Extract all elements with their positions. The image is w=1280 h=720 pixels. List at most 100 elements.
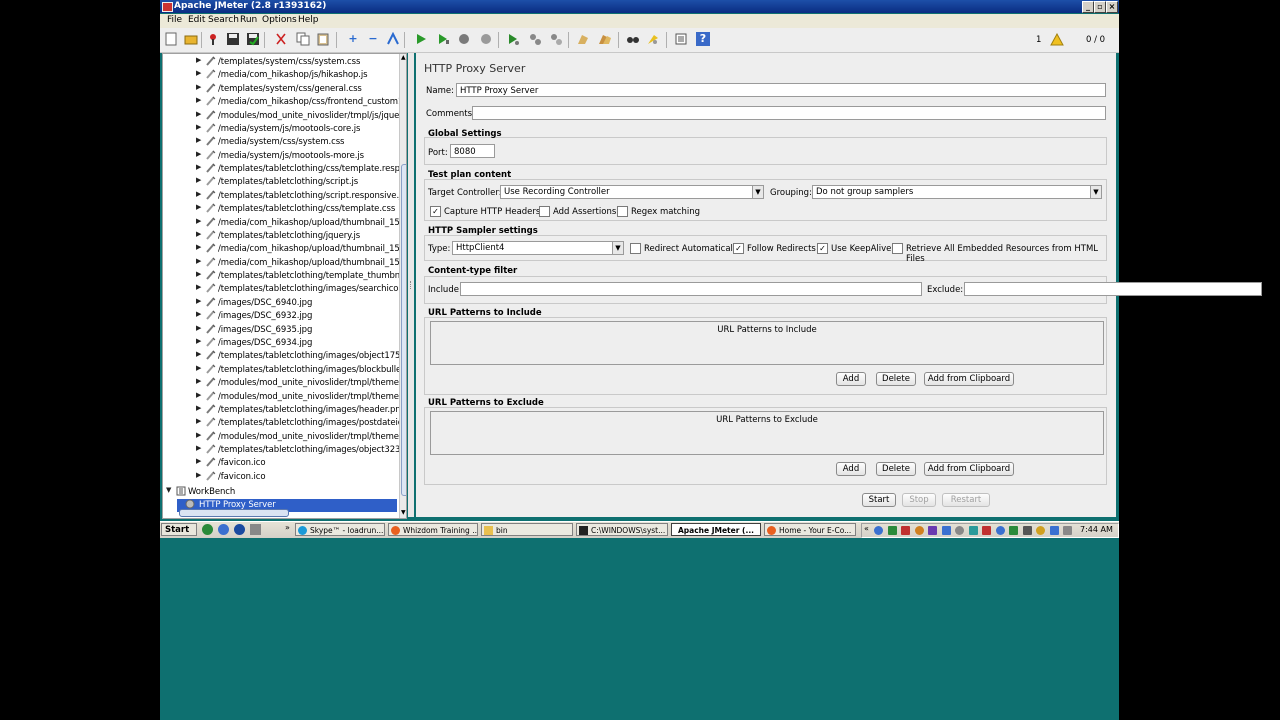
close-button[interactable]: × [1106, 1, 1118, 13]
restart-button[interactable]: Restart [942, 493, 990, 507]
start-button[interactable]: Start [862, 493, 896, 507]
tree-vertical-scrollbar[interactable]: ▲ ▼ [399, 54, 406, 518]
exclude-patterns-table[interactable]: URL Patterns to Exclude [430, 411, 1104, 455]
taskbar-task-browser[interactable]: Home - Your E-Co... [764, 523, 856, 536]
expand-arrow-icon[interactable]: ▶ [196, 69, 201, 77]
sampler-type-select[interactable]: HttpClient4 ▼ [452, 241, 624, 255]
expand-arrow-icon[interactable]: ▶ [196, 83, 201, 91]
start-run-icon[interactable] [414, 32, 428, 46]
tray-expand-icon[interactable]: « [864, 524, 869, 533]
chevron-down-icon[interactable]: ▼ [752, 186, 763, 198]
include-delete-button[interactable]: Delete [876, 372, 916, 386]
expand-arrow-icon[interactable]: ▶ [196, 417, 201, 425]
antivirus-icon[interactable] [901, 526, 910, 535]
clear-icon[interactable] [576, 32, 590, 46]
new-icon[interactable] [164, 32, 178, 46]
collapse-all-icon[interactable]: − [366, 32, 380, 46]
expand-arrow-icon[interactable]: ▶ [196, 150, 201, 158]
expand-arrow-icon[interactable]: ▶ [196, 283, 201, 291]
expand-arrow-icon[interactable]: ▶ [196, 96, 201, 104]
expand-arrow-icon[interactable]: ▶ [196, 270, 201, 278]
expand-arrow-icon[interactable]: ▶ [196, 324, 201, 332]
retrieve-embedded-checkbox[interactable] [892, 243, 903, 254]
expand-arrow-icon[interactable]: ▶ [196, 56, 201, 64]
expand-arrow-icon[interactable]: ▶ [196, 444, 201, 452]
ie-icon[interactable] [218, 524, 229, 535]
redirect-automatically-checkbox[interactable] [630, 243, 641, 254]
start-no-pauses-icon[interactable] [436, 32, 450, 46]
port-field[interactable]: 8080 [450, 144, 495, 158]
grouping-select[interactable]: Do not group samplers ▼ [812, 185, 1102, 199]
expand-arrow-icon[interactable]: ▶ [196, 243, 201, 251]
network-icon[interactable] [874, 526, 883, 535]
taskbar-task-cmd[interactable]: C:\WINDOWS\syst... [576, 523, 668, 536]
power-icon[interactable] [1036, 526, 1045, 535]
remote-exit-icon[interactable] [549, 32, 563, 46]
follow-redirects-checkbox[interactable]: ✓ [733, 243, 744, 254]
expand-arrow-icon[interactable]: ▶ [196, 190, 201, 198]
target-controller-select[interactable]: Use Recording Controller ▼ [500, 185, 764, 199]
warning-icon[interactable] [1050, 32, 1064, 47]
quicklaunch-desktop-icon[interactable] [250, 524, 261, 535]
scroll-down-icon[interactable]: ▼ [401, 509, 406, 516]
messenger-icon[interactable] [928, 526, 937, 535]
exclude-field[interactable] [964, 282, 1262, 296]
shutdown-icon[interactable] [479, 32, 493, 46]
copy-icon[interactable] [296, 32, 310, 46]
menu-options[interactable]: Options [262, 15, 297, 25]
volume-icon[interactable] [1022, 526, 1032, 535]
expand-arrow-icon[interactable]: ▶ [196, 350, 201, 358]
taskbar-task-jmeter[interactable]: Apache JMeter (... [671, 523, 761, 536]
menu-run[interactable]: Run [240, 15, 257, 25]
split-pane-divider[interactable] [408, 53, 414, 517]
printer-icon[interactable] [955, 526, 964, 535]
taskbar-task-skype[interactable]: Skype™ - loadrun... [295, 523, 385, 536]
include-add-button[interactable]: Add [836, 372, 866, 386]
expand-arrow-icon[interactable]: ▶ [196, 431, 201, 439]
expand-arrow-icon[interactable]: ▶ [196, 310, 201, 318]
clear-all-icon[interactable] [598, 32, 612, 46]
exclude-add-button[interactable]: Add [836, 462, 866, 476]
expand-arrow-icon[interactable]: ▶ [196, 297, 201, 305]
expand-arrow-icon[interactable]: ▶ [196, 364, 201, 372]
expand-arrow-icon[interactable]: ▶ [196, 136, 201, 144]
chevron-down-icon[interactable]: ▼ [1090, 186, 1101, 198]
expand-arrow-icon[interactable]: ▶ [196, 457, 201, 465]
expand-arrow-icon[interactable]: ▶ [196, 230, 201, 238]
quicklaunch-app-icon[interactable] [202, 524, 213, 535]
keepalive-checkbox[interactable]: ✓ [817, 243, 828, 254]
save-icon[interactable] [226, 32, 240, 46]
save-as-icon[interactable] [246, 32, 260, 46]
wifi-icon[interactable] [1049, 526, 1059, 535]
bluetooth-icon[interactable] [941, 526, 951, 535]
alert-icon[interactable] [982, 526, 991, 535]
regex-matching-checkbox[interactable] [617, 206, 628, 217]
scroll-thumb[interactable] [401, 164, 406, 496]
update-icon[interactable] [914, 526, 924, 535]
templates-icon[interactable] [184, 32, 198, 46]
expand-arrow-icon[interactable]: ▶ [196, 404, 201, 412]
reset-search-icon[interactable] [646, 32, 660, 46]
expand-arrow-icon[interactable]: ▶ [196, 377, 201, 385]
comments-field[interactable] [472, 106, 1106, 120]
quicklaunch-expand-icon[interactable]: » [285, 523, 290, 532]
expand-arrow-icon[interactable]: ▶ [196, 123, 201, 131]
expand-all-icon[interactable]: + [346, 32, 360, 46]
toggle-icon[interactable] [386, 31, 400, 46]
help-icon[interactable]: ? [696, 32, 710, 46]
stop-button[interactable]: Stop [902, 493, 936, 507]
include-patterns-table[interactable]: URL Patterns to Include [430, 321, 1104, 365]
expand-arrow-icon[interactable]: ▶ [196, 391, 201, 399]
open-icon[interactable] [206, 32, 220, 46]
function-helper-icon[interactable] [674, 32, 688, 46]
remote-start-icon[interactable] [506, 32, 520, 46]
usb-icon[interactable] [1063, 526, 1072, 535]
search-icon[interactable] [626, 32, 640, 46]
minimize-button[interactable]: _ [1082, 1, 1094, 13]
expand-arrow-icon[interactable]: ▶ [196, 337, 201, 345]
expand-arrow-icon[interactable]: ▶ [196, 110, 201, 118]
expand-arrow-icon[interactable]: ▶ [196, 203, 201, 211]
skype-tray-icon[interactable] [1009, 526, 1018, 535]
menu-edit[interactable]: Edit [188, 15, 205, 25]
expand-arrow-icon[interactable]: ▶ [196, 176, 201, 184]
